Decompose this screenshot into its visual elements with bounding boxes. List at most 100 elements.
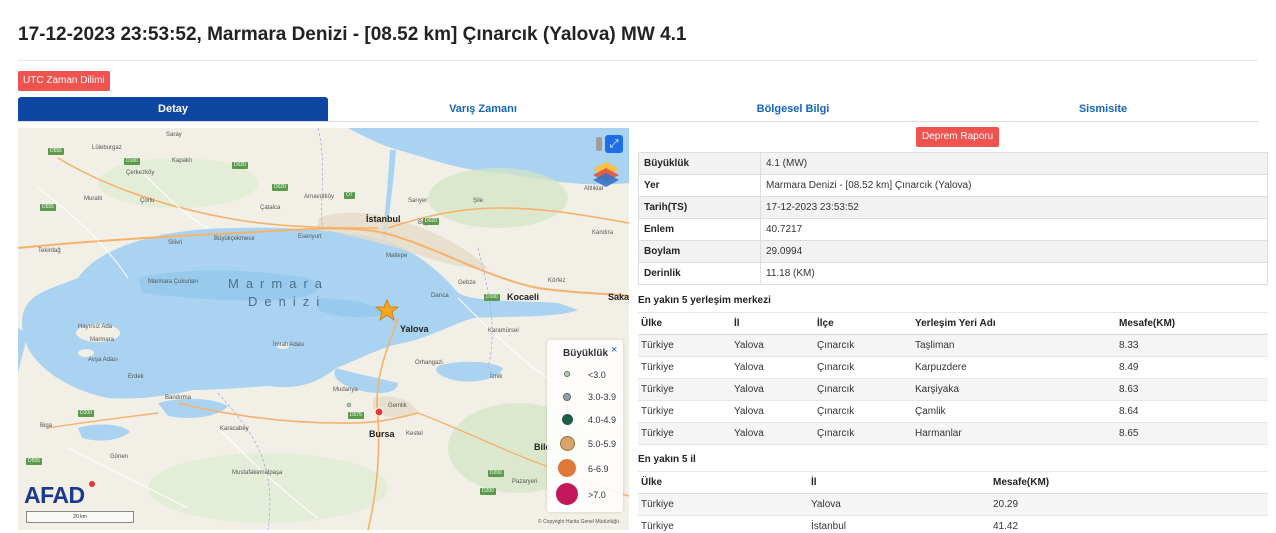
table-row: Türkiye Yalova Çınarcık Taşliman 8.33 <box>638 334 1268 357</box>
legend-label: <3.0 <box>588 370 606 380</box>
table-row: Türkiye İstanbul 41.42 <box>638 515 1268 533</box>
table-cell: Karpuzdere <box>912 356 1116 379</box>
road-badge: D555 <box>48 148 64 155</box>
legend-label: 3.0-3.9 <box>588 392 617 402</box>
layers-label: Altlıklar <box>584 186 604 192</box>
table-cell: Çamlik <box>912 400 1116 423</box>
map-place-label: Orhangazi <box>415 360 443 366</box>
map-place-label: Silivri <box>168 240 183 246</box>
detail-key: Yer <box>638 174 761 197</box>
table-cell: Yalova <box>731 334 814 357</box>
map-place-label: Bandırma <box>165 395 192 401</box>
page-title: 17-12-2023 23:53:52, Marmara Denizi - [0… <box>18 24 687 45</box>
deprem-raporu-button[interactable]: Deprem Raporu <box>916 127 1000 147</box>
map-place-label: Büyükçekmece <box>214 236 255 242</box>
map-place-label: Darıca <box>431 293 449 299</box>
map-place-label: Lüleburgaz <box>92 145 122 151</box>
detail-value: 11.18 (KM) <box>760 262 1268 285</box>
utc-timezone-button[interactable]: UTC Zaman Dilimi <box>18 71 110 91</box>
table-cell: Türkiye <box>638 334 731 357</box>
table-cell: Karşiyaka <box>912 378 1116 401</box>
column-header: Mesafe(KM) <box>990 471 1268 494</box>
legend-dot-icon <box>558 459 576 477</box>
road-badge: D575 <box>348 412 364 419</box>
map-city-istanbul: İstanbul <box>366 214 401 224</box>
map-place-label: Arnavutköy <box>304 194 335 200</box>
detail-value: 40.7217 <box>760 218 1268 241</box>
legend-item: <3.0 <box>547 364 623 384</box>
tab-varis-zamani[interactable]: Varış Zamanı <box>328 97 638 121</box>
table-row: Yer Marmara Denizi - [08.52 km] Çınarcık… <box>638 174 1268 197</box>
detail-value: 17-12-2023 23:53:52 <box>760 196 1268 219</box>
table-cell: İstanbul <box>808 515 990 533</box>
table-cell: 8.64 <box>1116 400 1268 423</box>
table-row: Türkiye Yalova Çınarcık Karşiyaka 8.63 <box>638 378 1268 401</box>
road-badge: D200 <box>78 410 94 417</box>
map-label-marmara: Marmara <box>228 276 330 291</box>
table-cell: 8.65 <box>1116 422 1268 445</box>
road-badge: D020 <box>232 162 248 169</box>
table-cell: Çınarcık <box>814 400 912 423</box>
map-place-label: İznik <box>490 374 503 380</box>
road-badge: D100 <box>484 294 500 301</box>
map-place-label: Çerkezköy <box>126 170 155 176</box>
map-place-label: Saray <box>166 132 182 138</box>
map-city-yalova: Yalova <box>400 324 429 334</box>
tab-detay[interactable]: Detay <box>18 97 328 121</box>
legend-label: 6-6.9 <box>588 464 609 474</box>
table-header-row: Ülke İl İlçe Yerleşim Yeri Adı Mesafe(KM… <box>638 312 1268 335</box>
nearest-settlements-title: En yakın 5 yerleşim merkezi <box>638 295 771 306</box>
column-header: Yerleşim Yeri Adı <box>912 312 1116 335</box>
map-control-grip[interactable] <box>596 137 602 151</box>
table-row: Büyüklük 4.1 (MW) <box>638 152 1268 175</box>
legend-dot-icon <box>556 483 578 505</box>
fullscreen-icon[interactable]: ⤢ <box>605 135 623 153</box>
map-scale-bar: 20 km <box>26 511 134 523</box>
legend-item: 3.0-3.9 <box>547 387 623 407</box>
legend-item: 4.0-4.9 <box>547 410 623 430</box>
detail-key: Tarih(TS) <box>638 196 761 219</box>
column-header: Ülke <box>638 471 808 494</box>
map-place-label: Avşa Adası <box>88 357 118 363</box>
table-cell: Yalova <box>731 422 814 445</box>
map-place-label: Mustafakemalpaşa <box>232 470 283 476</box>
detail-key: Büyüklük <box>638 152 761 175</box>
table-row: Türkiye Yalova Çınarcık Harmanlar 8.65 <box>638 422 1268 445</box>
earthquake-details-table: Büyüklük 4.1 (MW) Yer Marmara Denizi - [… <box>638 152 1268 285</box>
map-place-label: Çatalca <box>260 205 281 211</box>
table-header-row: Ülke İl Mesafe(KM) <box>638 471 1268 494</box>
table-cell: 41.42 <box>990 515 1268 533</box>
legend-label: >7.0 <box>588 490 606 500</box>
map-place-label: Karacabey <box>220 426 249 432</box>
nearest-provinces-table: Ülke İl Mesafe(KM) Türkiye Yalova 20.29 … <box>638 471 1268 533</box>
table-cell: Yalova <box>731 356 814 379</box>
road-badge: D100 <box>124 158 140 165</box>
map-label-denizi: Denizi <box>248 294 327 309</box>
table-cell: Türkiye <box>638 356 731 379</box>
map-place-label: Körfez <box>548 278 566 284</box>
column-header: İlçe <box>814 312 912 335</box>
map-place-label: Kapaklı <box>172 158 193 164</box>
map-place-label: Kandıra <box>592 230 614 236</box>
map-place-label: Hayırsız Ada <box>78 324 113 330</box>
table-cell: Taşliman <box>912 334 1116 357</box>
table-cell: Yalova <box>731 400 814 423</box>
layers-icon[interactable] <box>591 160 621 188</box>
logo-crescent-icon <box>89 481 95 487</box>
earthquake-map[interactable]: Marmara Denizi İstanbul Yalova Kocaeli S… <box>18 128 629 530</box>
table-row: Türkiye Yalova 20.29 <box>638 493 1268 516</box>
tab-sismisite[interactable]: Sismisite <box>948 97 1258 121</box>
road-badge: D200 <box>480 488 496 495</box>
table-cell: Yalova <box>808 493 990 516</box>
table-cell: Türkiye <box>638 515 808 533</box>
map-place-label: Tekirdağ <box>38 248 61 254</box>
map-place-label: Marmara <box>90 337 115 343</box>
table-row: Türkiye Yalova Çınarcık Çamlik 8.64 <box>638 400 1268 423</box>
map-place-label: Çorlu <box>140 198 155 204</box>
table-cell: Çınarcık <box>814 334 912 357</box>
road-badge: D020 <box>423 218 439 225</box>
close-icon[interactable]: × <box>611 344 617 356</box>
nearest-settlements-table: Ülke İl İlçe Yerleşim Yeri Adı Mesafe(KM… <box>638 312 1268 445</box>
map-place-label: Sarıyer <box>408 198 428 204</box>
tab-bolgesel-bilgi[interactable]: Bölgesel Bilgi <box>638 97 948 121</box>
